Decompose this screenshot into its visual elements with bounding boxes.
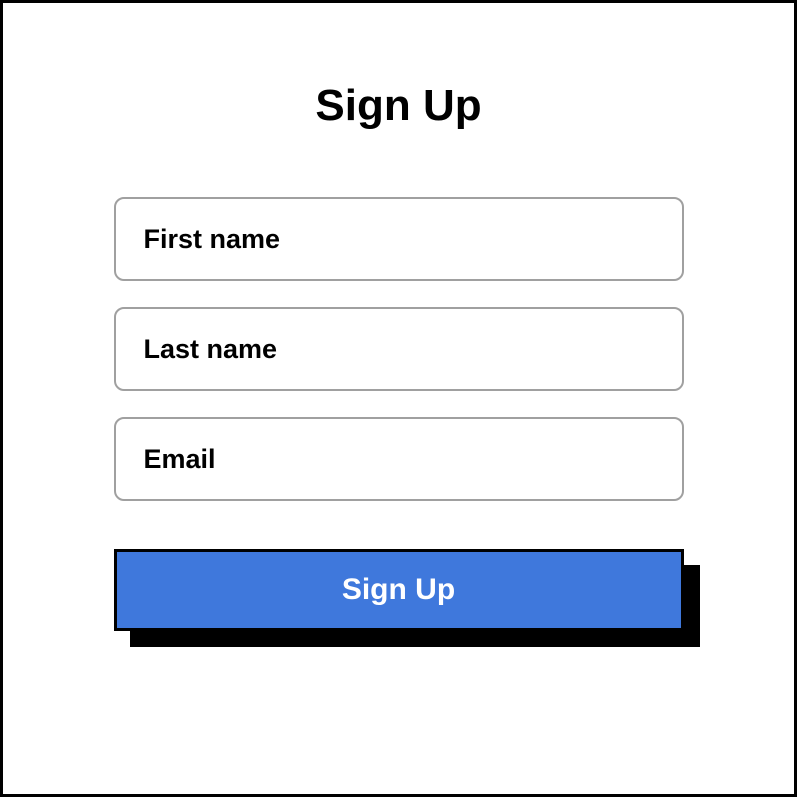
- signup-button[interactable]: Sign Up: [114, 549, 684, 631]
- page-title: Sign Up: [315, 81, 481, 131]
- email-input[interactable]: [114, 417, 684, 501]
- signup-button-label: Sign Up: [342, 573, 455, 607]
- signup-form: [114, 197, 684, 501]
- signup-card: Sign Up Sign Up: [0, 0, 797, 797]
- submit-button-wrap: Sign Up: [114, 549, 684, 631]
- last-name-input[interactable]: [114, 307, 684, 391]
- first-name-input[interactable]: [114, 197, 684, 281]
